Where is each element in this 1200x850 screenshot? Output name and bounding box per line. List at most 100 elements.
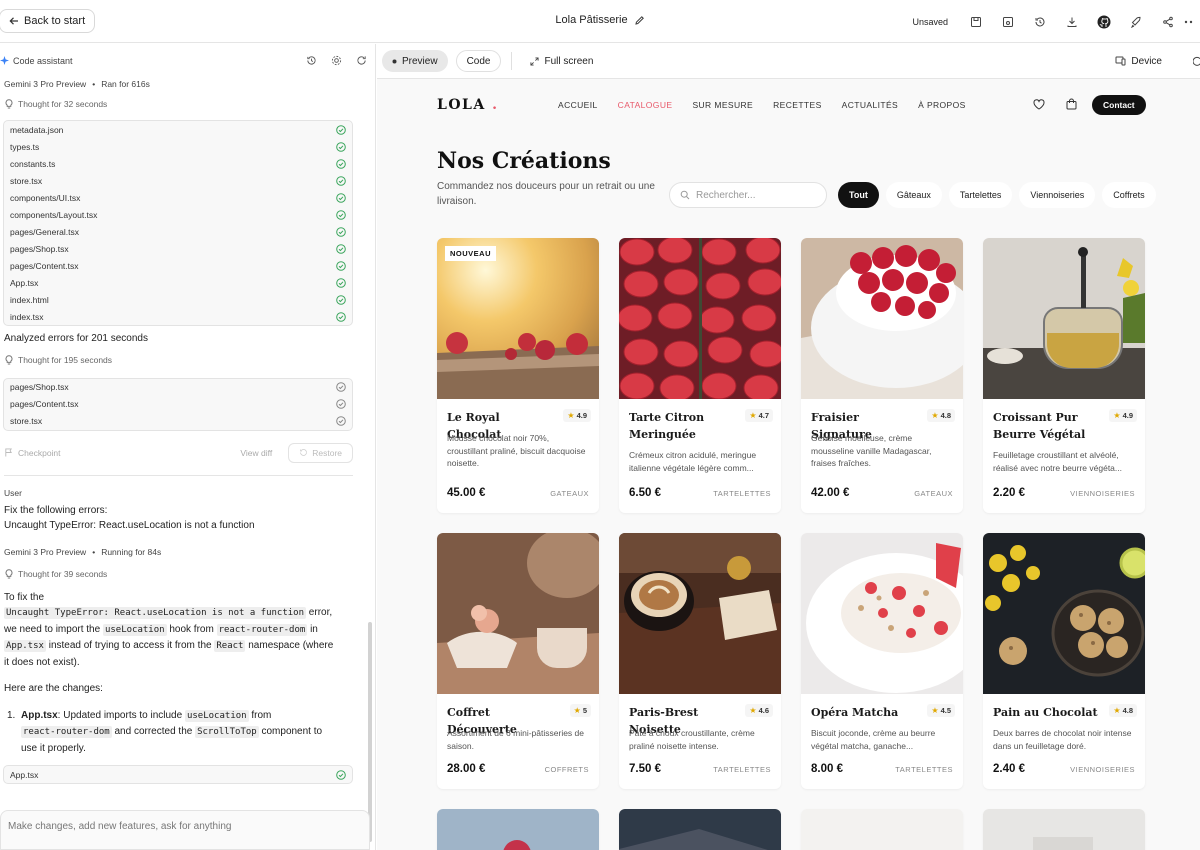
- product-card[interactable]: [437, 809, 599, 850]
- file-row[interactable]: index.tsx: [4, 308, 352, 325]
- file-row[interactable]: pages/Content.tsx: [4, 396, 352, 413]
- code-tab[interactable]: Code: [455, 50, 502, 72]
- save-as-icon[interactable]: [992, 0, 1024, 43]
- product-card[interactable]: Fraisier Signature ★ 4.8 Génoise moelleus…: [801, 238, 963, 513]
- search-input[interactable]: Rechercher...: [669, 182, 827, 208]
- product-image: [619, 809, 781, 850]
- product-card[interactable]: [801, 809, 963, 850]
- scrollbar[interactable]: [368, 622, 372, 842]
- cart-icon[interactable]: [1066, 98, 1077, 110]
- meta-dot: •: [92, 546, 96, 557]
- response-text: error,: [308, 607, 333, 618]
- share-icon[interactable]: [1152, 0, 1184, 43]
- file-name: pages/Shop.tsx: [10, 243, 69, 254]
- preview-tab-label: Preview: [402, 55, 438, 67]
- check-circle-icon: [336, 226, 346, 237]
- nav-link[interactable]: À PROPOS: [918, 100, 966, 110]
- file-row[interactable]: store.tsx: [4, 172, 352, 189]
- github-icon[interactable]: [1088, 0, 1120, 43]
- file-row[interactable]: components/UI.tsx: [4, 189, 352, 206]
- file-row[interactable]: pages/Shop.tsx: [4, 379, 352, 396]
- heart-icon[interactable]: [1033, 99, 1045, 110]
- restore-label: Restore: [312, 447, 342, 458]
- product-category: TARTELETTES: [713, 489, 771, 498]
- edit-title-icon[interactable]: [634, 15, 645, 26]
- product-card[interactable]: Croissant Pur Beurre Végétal ★ 4.9 Feuill…: [983, 238, 1145, 513]
- filter-chip[interactable]: Tartelettes: [948, 182, 1013, 208]
- site-logo[interactable]: LOLA .: [437, 97, 499, 113]
- history-icon[interactable]: [306, 55, 317, 66]
- thought-row[interactable]: Thought for 39 seconds: [0, 564, 375, 584]
- thought-row[interactable]: Thought for 195 seconds: [0, 350, 375, 370]
- nav-link[interactable]: CATALOGUE: [618, 100, 673, 110]
- preview-tab[interactable]: Preview: [382, 50, 448, 72]
- file-row[interactable]: store.tsx: [4, 413, 352, 430]
- contact-button[interactable]: Contact: [1092, 95, 1146, 115]
- product-card[interactable]: Paris-Brest Noisette ★ 4.6 Pâte à choux c…: [619, 533, 781, 789]
- fullscreen-label: Full screen: [544, 55, 594, 67]
- history-icon[interactable]: [1024, 0, 1056, 43]
- product-price: 28.00 €: [447, 763, 486, 775]
- reload-icon[interactable]: [1193, 56, 1200, 67]
- product-price: 6.50 €: [629, 487, 661, 499]
- file-row[interactable]: pages/General.tsx: [4, 223, 352, 240]
- filter-chip[interactable]: Gâteaux: [885, 182, 942, 208]
- product-image: [801, 533, 963, 694]
- rocket-icon[interactable]: [1120, 0, 1152, 43]
- change-text-part: from: [251, 709, 272, 721]
- file-row[interactable]: App.tsx: [4, 274, 352, 291]
- rating-value: 4.7: [758, 411, 769, 420]
- file-row[interactable]: types.ts: [4, 138, 352, 155]
- download-icon[interactable]: [1056, 0, 1088, 43]
- view-diff-button[interactable]: View diff: [240, 448, 272, 458]
- response-text: instead of trying to access it from the: [48, 640, 212, 651]
- check-circle-icon: [336, 124, 346, 135]
- file-name: index.html: [10, 294, 49, 305]
- nav-link[interactable]: ACTUALITÉS: [842, 100, 898, 110]
- product-card[interactable]: Opéra Matcha ★ 4.5 Biscuit joconde, crème…: [801, 533, 963, 789]
- file-name: types.ts: [10, 141, 40, 152]
- file-row[interactable]: pages/Content.tsx: [4, 257, 352, 274]
- refresh-icon[interactable]: [356, 55, 367, 66]
- filter-chip[interactable]: Viennoiseries: [1019, 182, 1096, 208]
- restore-button[interactable]: Restore: [288, 442, 353, 463]
- product-card[interactable]: [619, 809, 781, 850]
- more-icon[interactable]: [1184, 0, 1200, 43]
- fullscreen-button[interactable]: Full screen: [520, 50, 603, 72]
- product-image: [801, 809, 963, 850]
- product-price: 42.00 €: [811, 487, 850, 499]
- save-icon[interactable]: [960, 0, 992, 43]
- star-icon: ★: [567, 411, 575, 420]
- file-row[interactable]: App.tsx: [4, 766, 352, 783]
- run-duration: Ran for 616s: [101, 79, 150, 89]
- file-row[interactable]: index.html: [4, 291, 352, 308]
- device-button[interactable]: Device: [1105, 50, 1172, 72]
- star-icon: ★: [931, 411, 939, 420]
- product-price: 2.20 €: [993, 487, 1025, 499]
- filter-chip[interactable]: Coffrets: [1102, 182, 1156, 208]
- product-card[interactable]: [983, 809, 1145, 850]
- star-icon: ★: [749, 411, 757, 420]
- file-row[interactable]: metadata.json: [4, 121, 352, 138]
- nav-link[interactable]: RECETTES: [773, 100, 822, 110]
- nav-link[interactable]: SUR MESURE: [692, 100, 753, 110]
- product-description: Pâte à choux croustillante, crème pralin…: [629, 728, 755, 751]
- product-card[interactable]: NOUVEAU Le Royal Chocolat ★ 4.9 Mousse ch…: [437, 238, 599, 513]
- product-card[interactable]: Coffret Découverte ★ 5 Assortiment de 6 m…: [437, 533, 599, 789]
- settings-icon[interactable]: [331, 55, 342, 66]
- product-card[interactable]: Pain au Chocolat ★ 4.8 Deux barres de cho…: [983, 533, 1145, 789]
- file-row[interactable]: pages/Shop.tsx: [4, 240, 352, 257]
- product-card[interactable]: Tarte Citron Meringuée ★ 4.7 Crémeux citr…: [619, 238, 781, 513]
- filter-chip[interactable]: Tout: [838, 182, 879, 208]
- file-row[interactable]: components/Layout.tsx: [4, 206, 352, 223]
- prompt-input[interactable]: Make changes, add new features, ask for …: [0, 810, 370, 850]
- nav-link[interactable]: ACCUEIL: [558, 100, 598, 110]
- file-name: App.tsx: [10, 277, 39, 288]
- change-text-part: : Updated imports to include: [57, 709, 183, 721]
- logo-text: LOLA: [437, 97, 486, 113]
- assistant-title: Code assistant: [13, 55, 73, 66]
- user-message: Fix the following errors: Uncaught TypeE…: [0, 503, 375, 534]
- file-row[interactable]: constants.ts: [4, 155, 352, 172]
- thought-row[interactable]: Thought for 32 seconds: [0, 94, 375, 114]
- product-description: Assortiment de 6 mini-pâtisseries de sai…: [447, 728, 585, 751]
